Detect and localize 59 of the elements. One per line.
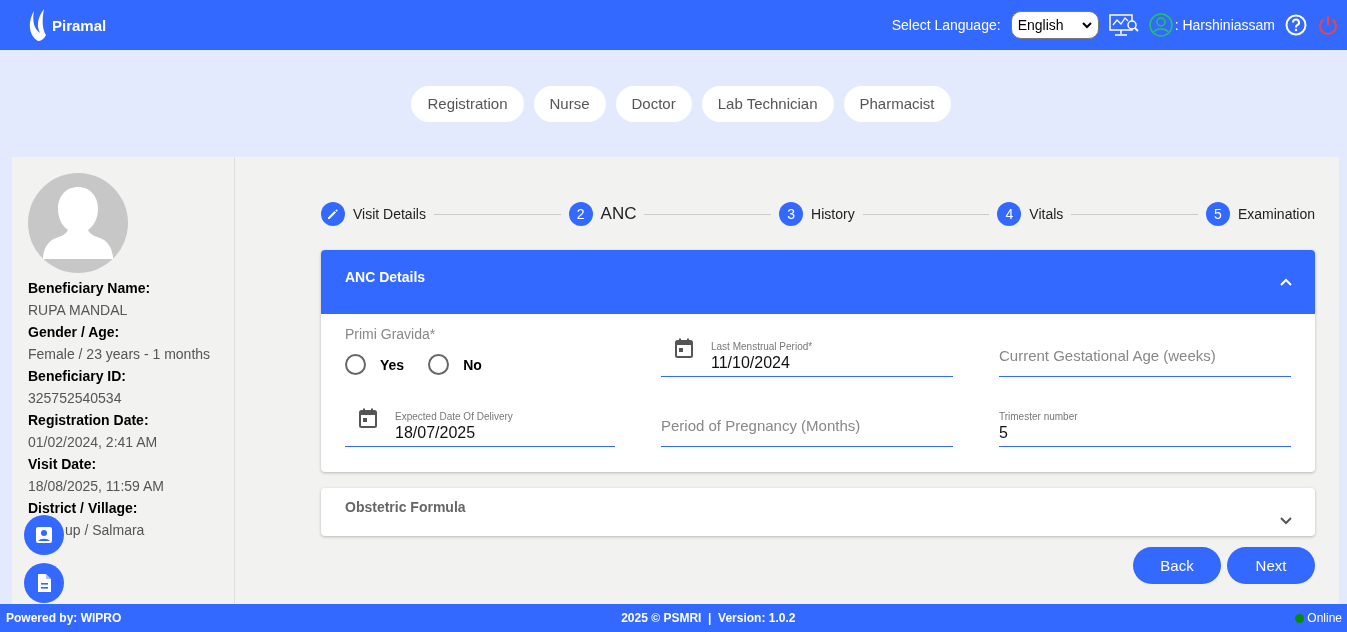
- step-number: 4: [997, 202, 1022, 226]
- status-text: Online: [1307, 611, 1342, 625]
- step-label[interactable]: Examination: [1237, 206, 1315, 222]
- radio-label: No: [463, 356, 482, 373]
- profile-icon: [34, 525, 54, 545]
- input-field[interactable]: Trimester number 5: [999, 411, 1291, 446]
- role-tab[interactable]: Nurse: [533, 85, 606, 122]
- role-tab[interactable]: Lab Technician: [701, 85, 834, 122]
- info-value: RUPA MANDAL: [28, 301, 129, 320]
- powered-by: Powered by: WIPRO: [6, 611, 122, 625]
- back-button[interactable]: Back: [1133, 547, 1221, 584]
- panel-title: ANC Details: [345, 269, 426, 285]
- help-icon[interactable]: [1285, 14, 1307, 36]
- step-label[interactable]: ANC: [600, 204, 637, 224]
- input-field[interactable]: Last Menstrual Period* 11/10/2024: [711, 341, 953, 376]
- copyright: 2025 © PSMRI | Version: 1.0.2: [621, 611, 796, 625]
- step-label[interactable]: History: [811, 206, 855, 222]
- field-label: Primi Gravida*: [345, 326, 437, 342]
- info-value: up / Salmara: [65, 521, 145, 540]
- next-button[interactable]: Next: [1227, 547, 1315, 584]
- language-label: Select Language:: [891, 17, 1001, 33]
- radio-button[interactable]: [428, 354, 450, 375]
- step-label[interactable]: Vitals: [1029, 206, 1064, 222]
- panel-title: Obstetric Formula: [345, 499, 466, 515]
- user-name: : Harshiniassam: [1174, 17, 1275, 33]
- calendar-icon[interactable]: [359, 408, 377, 428]
- panel-header[interactable]: ANC Details: [321, 250, 1315, 314]
- step-label[interactable]: Visit Details: [353, 206, 426, 222]
- profile-button[interactable]: [24, 515, 64, 555]
- info-label: Gender / Age:: [28, 323, 121, 342]
- radio-button[interactable]: [345, 354, 366, 375]
- input-field[interactable]: Current Gestational Age (weeks): [999, 347, 1291, 376]
- input-field[interactable]: Period of Pregnancy (Months): [661, 417, 953, 446]
- monitor-search-icon[interactable]: [1108, 13, 1139, 37]
- language-select[interactable]: English: [1010, 11, 1099, 39]
- info-label: District / Village:: [28, 499, 139, 518]
- step-number: 2: [568, 202, 593, 226]
- step-number: 5: [1205, 202, 1230, 226]
- input-field[interactable]: Expected Date Of Delivery 18/07/2025: [395, 411, 615, 446]
- role-tab[interactable]: Doctor: [615, 85, 692, 122]
- info-label: Beneficiary Name:: [28, 279, 152, 298]
- info-value: 18/08/2025, 11:59 AM: [28, 477, 165, 496]
- role-tab[interactable]: Pharmacist: [843, 85, 951, 122]
- panel-header[interactable]: Obstetric Formula: [321, 488, 1315, 536]
- calendar-icon[interactable]: [675, 338, 693, 358]
- step-number: 3: [779, 202, 804, 226]
- info-value: Female / 23 years - 1 months: [28, 345, 212, 364]
- info-value: 01/02/2024, 2:41 AM: [28, 433, 159, 452]
- info-value: 325752540534: [28, 389, 123, 408]
- caret-icon: [1081, 21, 1092, 29]
- info-label: Visit Date:: [28, 455, 98, 474]
- avatar-icon: [28, 173, 128, 273]
- online-dot: [1295, 613, 1305, 623]
- document-button[interactable]: [24, 563, 64, 603]
- brand-name: Piramal: [52, 16, 107, 34]
- radio-label: Yes: [380, 356, 405, 373]
- role-tab[interactable]: Registration: [411, 85, 524, 122]
- info-label: Registration Date:: [28, 411, 150, 430]
- info-label: Beneficiary ID:: [28, 367, 128, 386]
